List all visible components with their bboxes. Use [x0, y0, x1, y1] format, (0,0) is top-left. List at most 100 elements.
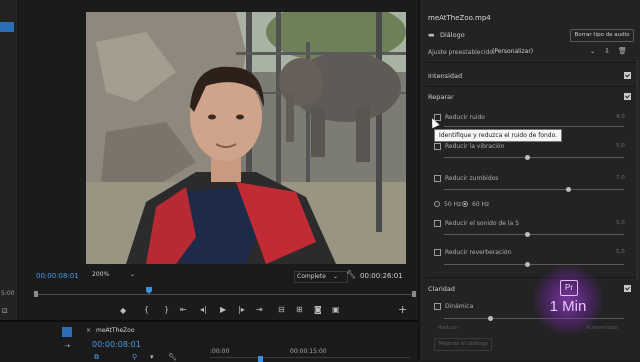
- hum-50hz-radio[interactable]: [434, 201, 440, 207]
- track-select-tool-icon[interactable]: ⇢: [64, 342, 70, 350]
- reduce-rumble-label: Reducir la vibración: [445, 143, 505, 150]
- premiere-logo-icon: Pr: [560, 280, 578, 296]
- reduce-reverb-slider[interactable]: [444, 264, 624, 265]
- reduce-noise-slider[interactable]: [444, 126, 624, 127]
- repair-checkbox[interactable]: [624, 93, 631, 100]
- clear-audio-type-button[interactable]: Borrar tipo de audio: [570, 29, 634, 42]
- dehum-knob[interactable]: [566, 187, 571, 192]
- dehum-value: 7,0: [616, 175, 625, 181]
- essential-sound-panel: ▔▔▔▔▔▔▔▔ meAtTheZoo.mp4 ▬ Diálogo Borrar…: [418, 0, 640, 360]
- dynamics-checkbox[interactable]: [434, 303, 441, 310]
- reduce-reverb-knob[interactable]: [525, 262, 530, 267]
- ruler-mark-15s: 00:00:15:00: [290, 348, 327, 355]
- scrubber-start-cap[interactable]: [34, 291, 38, 297]
- video-image: [86, 12, 406, 264]
- timeline-playhead[interactable]: [258, 356, 263, 362]
- program-current-timecode[interactable]: 00:00:08:01: [36, 272, 79, 280]
- go-to-in-icon[interactable]: ⇤: [180, 306, 187, 314]
- step-forward-icon[interactable]: |▸: [238, 306, 245, 314]
- dynamics-label: Dinámica: [445, 303, 474, 310]
- clip-name: meAtTheZoo.mp4: [428, 14, 491, 22]
- reduce-reverb-value: 5,0: [616, 249, 625, 255]
- dynamics-knob[interactable]: [488, 316, 493, 321]
- deess-value: 5,0: [616, 220, 625, 226]
- timeline-timecode[interactable]: 00:00:08:01: [92, 340, 141, 349]
- deess-knob[interactable]: [525, 232, 530, 237]
- reduce-rumble-slider[interactable]: [444, 157, 624, 158]
- reduce-rumble-value: 5,0: [616, 143, 625, 149]
- badge-text: 1 Min: [549, 298, 587, 315]
- chevron-down-icon: ⌄: [333, 273, 339, 280]
- deess-label: Reducir el sonido de la S: [445, 220, 519, 227]
- dehum-label: Reducir zumbidos: [445, 175, 499, 182]
- scrubber-end-cap[interactable]: [412, 291, 416, 297]
- section-loudness-title: Intensidad: [428, 72, 463, 80]
- close-tab-icon[interactable]: ×: [86, 327, 91, 334]
- audio-type-label: Diálogo: [440, 31, 465, 39]
- hum-60hz-label: 60 Hz: [472, 201, 490, 208]
- mark-out-icon[interactable]: }: [164, 306, 169, 314]
- clarity-checkbox[interactable]: [624, 285, 631, 292]
- delete-preset-icon[interactable]: 🗑︎: [618, 47, 627, 55]
- save-preset-icon[interactable]: ⇩: [604, 47, 610, 55]
- dialogue-icon: ▬: [428, 31, 435, 39]
- dynamics-min-label: Reducir: [438, 325, 459, 331]
- step-back-icon[interactable]: ◂|: [200, 306, 207, 314]
- program-duration-timecode: 00:00:26:01: [360, 272, 403, 280]
- reduce-rumble-knob[interactable]: [525, 155, 530, 160]
- settings-wrench-icon[interactable]: 🔧︎: [346, 270, 356, 279]
- export-frame-icon[interactable]: ◙: [314, 306, 322, 314]
- reduce-reverb-checkbox[interactable]: [434, 249, 441, 256]
- insert-icon[interactable]: ⊟: [278, 306, 285, 314]
- overwrite-icon[interactable]: ⊞: [296, 306, 303, 314]
- hum-60hz-radio[interactable]: [462, 201, 468, 207]
- deess-checkbox[interactable]: [434, 220, 441, 227]
- new-item-icon[interactable]: ⊡: [2, 308, 8, 315]
- chevron-down-icon: ⌄: [590, 48, 596, 55]
- sequence-tab[interactable]: meAtTheZoo: [96, 327, 135, 334]
- preset-select[interactable]: (Personalizar) ⌄: [492, 47, 598, 57]
- strip-time-label: 5:00: [1, 290, 15, 297]
- reduce-noise-label: Reducir ruido: [445, 114, 485, 121]
- selected-item[interactable]: [0, 22, 14, 32]
- button-editor-icon[interactable]: ▣: [332, 306, 340, 314]
- chevron-down-icon: ⌄: [130, 271, 136, 278]
- tooltip: Identifique y reduzca el ruido de fondo.: [434, 129, 563, 142]
- go-to-out-icon[interactable]: ⇥: [256, 306, 263, 314]
- playback-resolution-select[interactable]: Complete ⌄: [294, 271, 348, 283]
- panel-title-cut: ▔▔▔▔▔▔▔▔: [428, 0, 465, 3]
- reduce-reverb-label: Reducir reverberación: [445, 249, 512, 256]
- section-clarity-title: Claridad: [428, 285, 456, 293]
- preset-label: Ajuste preestablecido:: [428, 49, 495, 56]
- divider: [426, 62, 636, 63]
- panel-scrollbar[interactable]: [636, 60, 639, 280]
- hum-50hz-label: 50 Hz: [444, 201, 462, 208]
- divider: [426, 86, 636, 87]
- section-repair-title: Reparar: [428, 93, 454, 101]
- ruler-mark-start: :00:00: [210, 348, 230, 355]
- mark-in-icon[interactable]: {: [144, 306, 149, 314]
- zoom-value: 200%: [92, 271, 110, 278]
- one-minute-badge: Pr 1 Min: [532, 264, 604, 336]
- enhance-dialogue-button[interactable]: Mejorar el diálogo: [434, 338, 492, 351]
- selection-tool-icon[interactable]: [62, 327, 72, 337]
- marker-icon[interactable]: ◆: [120, 307, 126, 315]
- play-icon[interactable]: ▶: [220, 306, 226, 314]
- zoom-select[interactable]: 200% ⌄: [92, 271, 140, 280]
- reduce-noise-value: 4,0: [616, 114, 625, 120]
- time-ruler[interactable]: [210, 357, 410, 358]
- reduce-rumble-checkbox[interactable]: [434, 143, 441, 150]
- snap-icon[interactable]: ⧉: [94, 353, 99, 362]
- divider: [426, 277, 636, 278]
- section-repair[interactable]: Reparar: [428, 93, 634, 107]
- program-monitor: 00:00:08:01 200% ⌄ Complete ⌄ 🔧︎ 00:00:2…: [20, 0, 416, 320]
- dehum-checkbox[interactable]: [434, 175, 441, 182]
- playhead-scrubber-track[interactable]: [36, 294, 412, 295]
- add-icon[interactable]: +: [398, 304, 407, 315]
- project-panel-strip: 5:00 ⊡: [0, 0, 19, 320]
- dehum-slider[interactable]: [444, 189, 624, 190]
- playhead[interactable]: [146, 287, 152, 294]
- deess-slider[interactable]: [444, 234, 624, 235]
- section-loudness[interactable]: Intensidad: [428, 72, 634, 86]
- loudness-checkbox[interactable]: [624, 72, 631, 79]
